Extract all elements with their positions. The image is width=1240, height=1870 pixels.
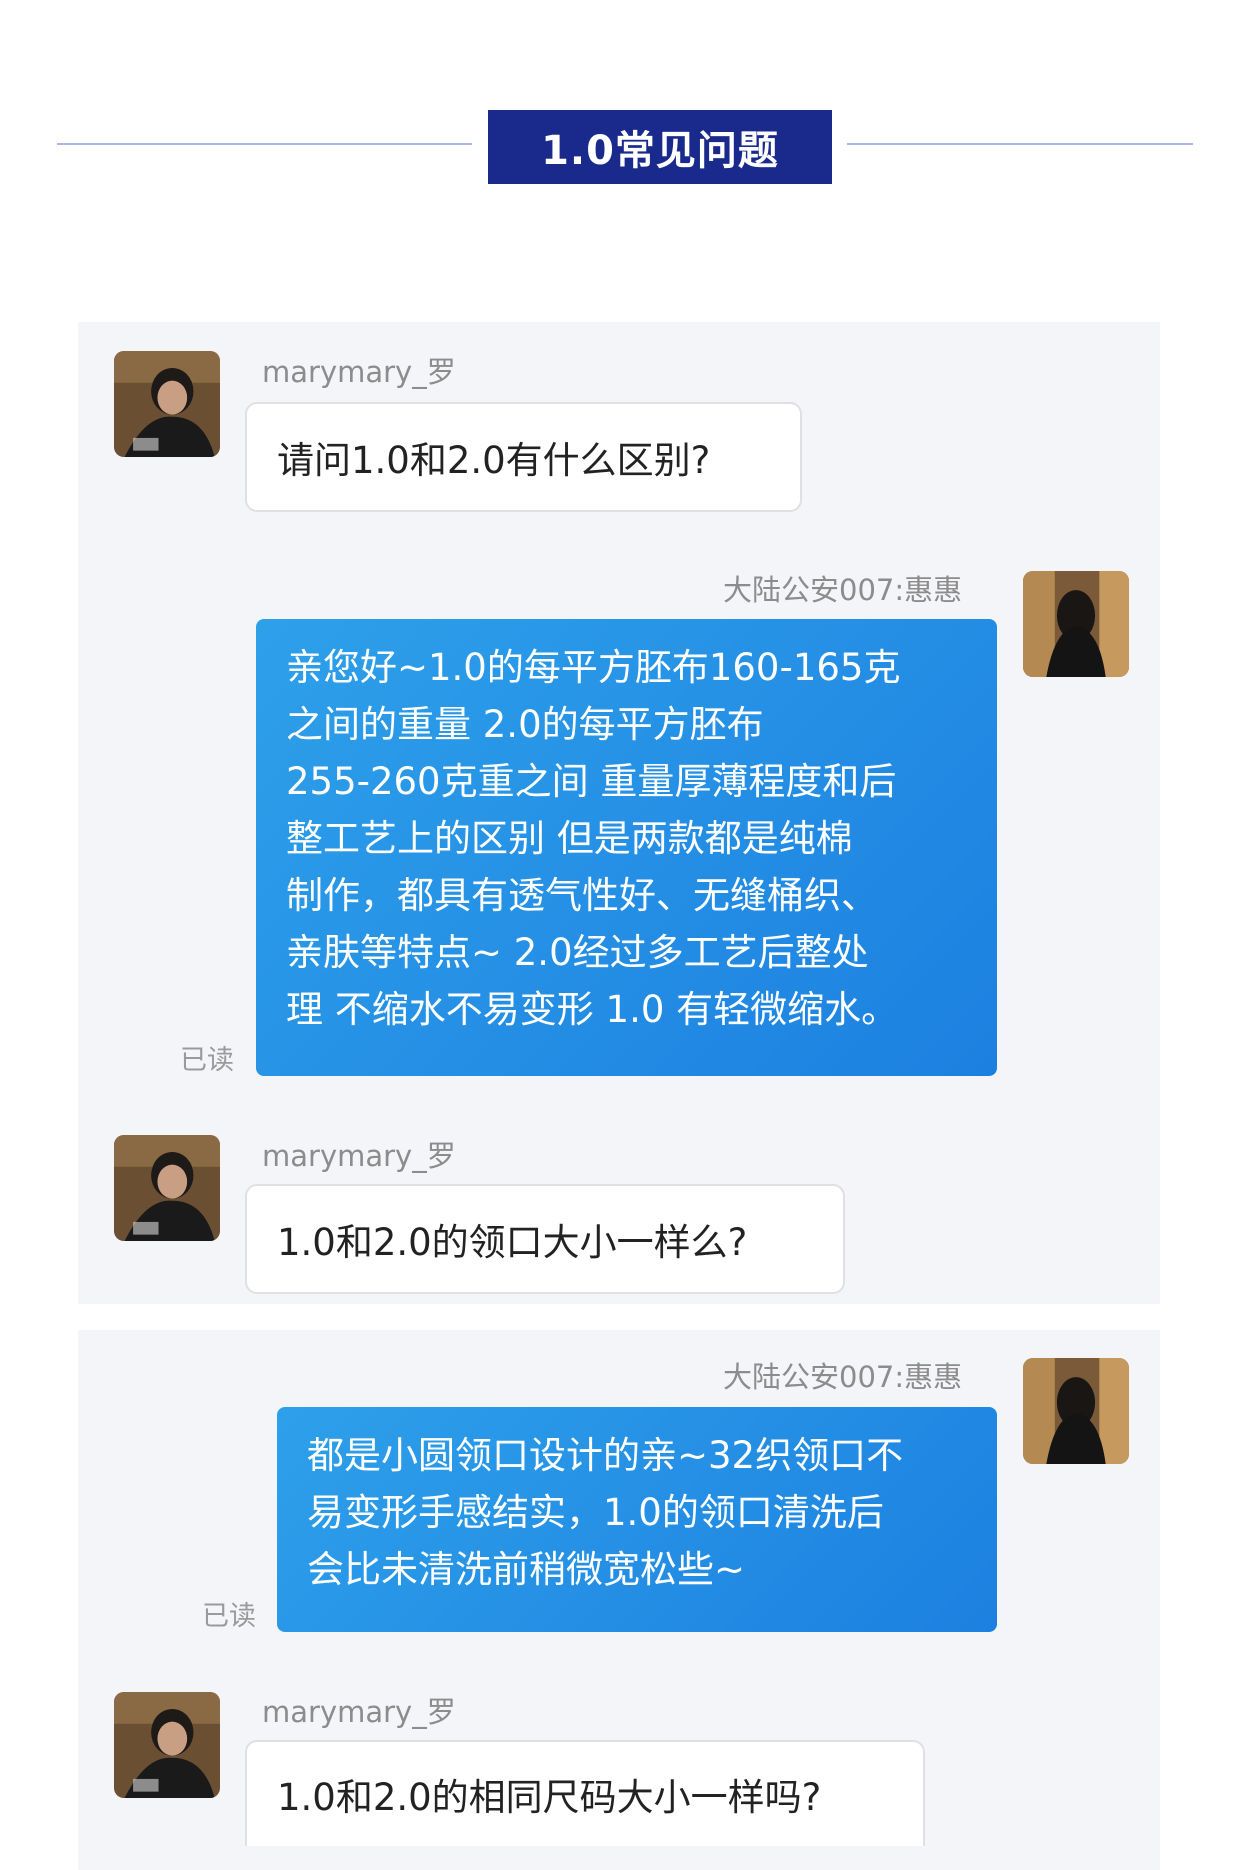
read-status: 已读: [202, 1601, 256, 1632]
message-line: 理 不缩水不易变形 1.0 有轻微缩水。: [286, 988, 899, 1031]
agent-name: 大陆公安007:惠惠: [723, 573, 963, 607]
message-line: 都是小圆领口设计的亲~32织领口不: [307, 1434, 904, 1477]
message-line: 255-260克重之间 重量厚薄程度和后: [286, 760, 897, 803]
avatar-image: [114, 1135, 220, 1241]
header-divider-left: [57, 143, 472, 145]
outgoing-message-bubble[interactable]: 都是小圆领口设计的亲~32织领口不 易变形手感结实，1.0的领口清洗后 会比未清…: [277, 1407, 997, 1632]
avatar-image: [1023, 571, 1129, 677]
message-line: 亲肤等特点~ 2.0经过多工艺后整处: [286, 931, 869, 974]
section-title-text: 1.0常见问题: [541, 128, 779, 174]
incoming-message-bubble[interactable]: 请问1.0和2.0有什么区别?: [245, 402, 802, 512]
agent-avatar[interactable]: [1023, 571, 1129, 677]
agent-avatar[interactable]: [1023, 1358, 1129, 1464]
sender-name: marymary_罗: [262, 1139, 456, 1173]
message-line: 易变形手感结实，1.0的领口清洗后: [307, 1491, 884, 1534]
message-line: 整工艺上的区别 但是两款都是纯棉: [286, 817, 853, 860]
sender-name: marymary_罗: [262, 1695, 456, 1729]
header-divider-right: [847, 143, 1193, 145]
incoming-message-bubble[interactable]: 1.0和2.0的领口大小一样么?: [245, 1184, 845, 1294]
avatar-image: [114, 1692, 220, 1798]
avatar-image: [114, 351, 220, 457]
message-text: 1.0和2.0的领口大小一样么?: [277, 1221, 748, 1264]
agent-name: 大陆公安007:惠惠: [723, 1360, 963, 1394]
read-status: 已读: [180, 1045, 234, 1076]
customer-avatar[interactable]: [114, 351, 220, 457]
customer-avatar[interactable]: [114, 1692, 220, 1798]
customer-avatar[interactable]: [114, 1135, 220, 1241]
outgoing-message-bubble[interactable]: 亲您好~1.0的每平方胚布160-165克 之间的重量 2.0的每平方胚布 25…: [256, 619, 997, 1076]
message-line: 制作，都具有透气性好、无缝桶织、: [286, 874, 878, 917]
message-text: 请问1.0和2.0有什么区别?: [277, 439, 711, 482]
section-title: 1.0常见问题: [488, 110, 832, 184]
incoming-message-bubble[interactable]: 1.0和2.0的相同尺码大小一样吗?: [245, 1740, 925, 1846]
avatar-image: [1023, 1358, 1129, 1464]
message-line: 之间的重量 2.0的每平方胚布: [286, 703, 764, 746]
message-line: 亲您好~1.0的每平方胚布160-165克: [286, 646, 901, 689]
message-line: 会比未清洗前稍微宽松些~: [307, 1548, 746, 1591]
message-text: 1.0和2.0的相同尺码大小一样吗?: [277, 1776, 822, 1819]
sender-name: marymary_罗: [262, 355, 456, 389]
